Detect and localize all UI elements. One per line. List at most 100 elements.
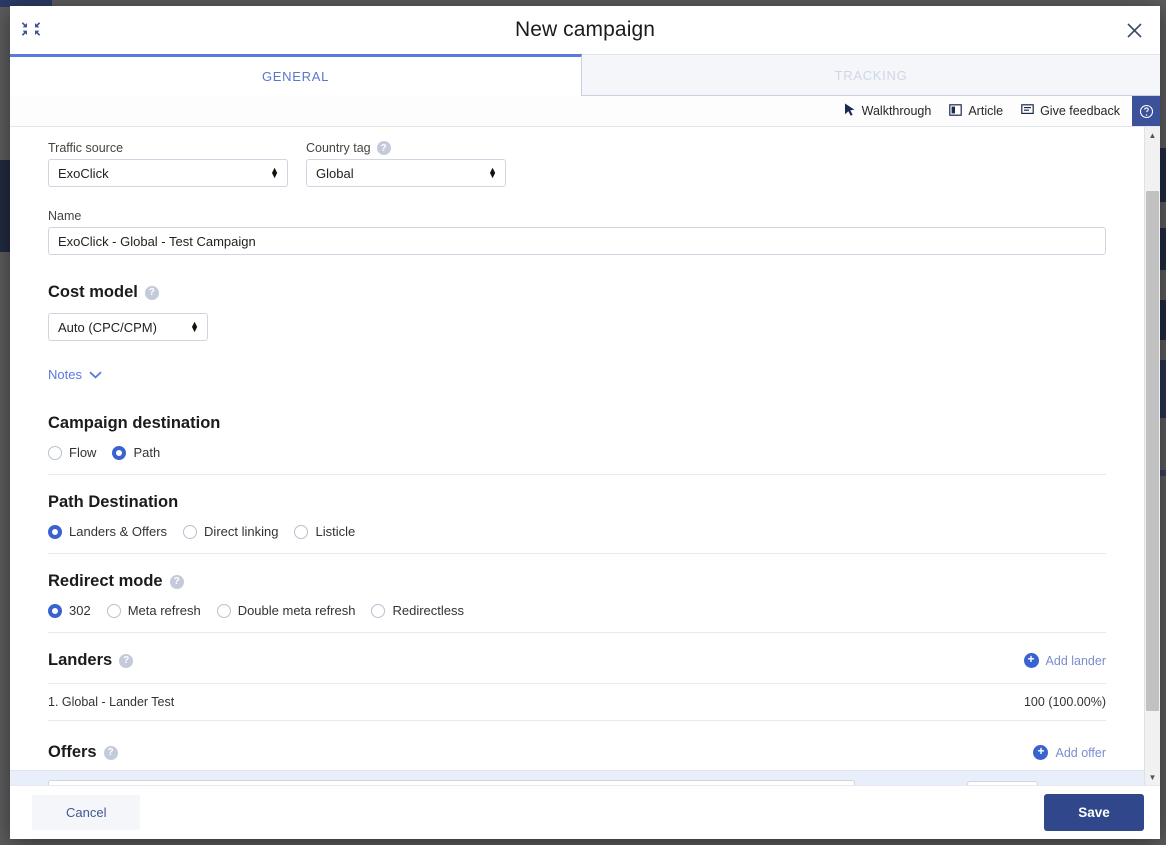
scrollbar-thumb[interactable] [1146, 191, 1159, 711]
traffic-source-select[interactable]: ExoClick ▲▼ [48, 159, 288, 187]
country-tag-value: Global [316, 166, 354, 181]
campaign-form: Traffic source ExoClick ▲▼ Country tag ? [10, 127, 1144, 785]
offers-help-icon[interactable]: ? [104, 746, 118, 760]
article-label: Article [968, 104, 1003, 118]
radio-flow-dot [48, 446, 62, 460]
name-input-value: ExoClick - Global - Test Campaign [58, 234, 256, 249]
edit-offer-icon[interactable] [865, 782, 889, 785]
helper-links: Walkthrough Article [844, 96, 1132, 126]
radio-direct-linking[interactable]: Direct linking [183, 524, 278, 539]
modal-titlebar: New campaign [10, 6, 1160, 54]
radio-flow[interactable]: Flow [48, 445, 96, 460]
radio-flow-label: Flow [69, 445, 96, 460]
offers-title: Offers ? [48, 743, 118, 762]
article-button[interactable]: Article [949, 104, 1003, 119]
notes-label: Notes [48, 367, 82, 382]
give-feedback-button[interactable]: Give feedback [1021, 104, 1120, 119]
radio-listicle-label: Listicle [315, 524, 355, 539]
add-lander-label: Add lander [1046, 654, 1106, 668]
redirect-mode-radios: 302 Meta refresh Double meta refresh Red… [48, 603, 1106, 618]
landers-header: Landers ? + Add lander [48, 651, 1106, 670]
offers-group: Offers ? + Add offer [10, 721, 1144, 762]
modal-body: Traffic source ExoClick ▲▼ Country tag ? [10, 127, 1160, 785]
new-campaign-modal: New campaign GENERAL TRACKING Walkthroug… [10, 6, 1160, 839]
radio-redirectless-label: Redirectless [392, 603, 464, 618]
country-tag-label: Country tag ? [306, 141, 506, 155]
notes-toggle[interactable]: Notes [48, 367, 102, 382]
tab-general[interactable]: GENERAL [10, 54, 582, 96]
offers-header: Offers ? + Add offer [48, 743, 1106, 762]
country-tag-group: Country tag ? Global ▲▼ [306, 141, 506, 187]
tab-tracking[interactable]: TRACKING [582, 54, 1160, 96]
cost-model-title-text: Cost model [48, 283, 138, 302]
radio-listicle-dot [294, 525, 308, 539]
redirect-mode-help-icon[interactable]: ? [170, 575, 184, 589]
radio-double-meta-refresh-dot [217, 604, 231, 618]
lander-weight: 100 (100.00%) [1024, 695, 1106, 709]
redirect-mode-group: Redirect mode ? 302 Meta refresh Double … [10, 554, 1144, 632]
campaign-destination-radios: Flow Path [48, 445, 1106, 460]
radio-path[interactable]: Path [112, 445, 160, 460]
landers-group: Landers ? + Add lander 1. Global - Lande… [10, 633, 1144, 721]
radio-meta-refresh-label: Meta refresh [128, 603, 201, 618]
helper-toolbar: Walkthrough Article [10, 96, 1160, 127]
radio-meta-refresh[interactable]: Meta refresh [107, 603, 201, 618]
scroll-down-arrow-icon[interactable]: ▼ [1145, 769, 1160, 785]
cost-model-group: Cost model ? Auto (CPC/CPM) ▲▼ Notes [10, 255, 1144, 384]
radio-landers-offers-dot [48, 525, 62, 539]
path-destination-title: Path Destination [48, 493, 1106, 512]
traffic-source-label: Traffic source [48, 141, 288, 155]
modal-tabs: GENERAL TRACKING [10, 54, 1160, 96]
landers-title: Landers ? [48, 651, 133, 670]
lander-name: 1. Global - Lander Test [48, 695, 174, 709]
plus-circle-icon: + [1033, 745, 1048, 760]
save-button[interactable]: Save [1044, 794, 1144, 831]
chevron-updown-icon: ▲▼ [190, 322, 199, 332]
form-scrollbar[interactable]: ▲ ▼ [1144, 127, 1160, 785]
name-input[interactable]: ExoClick - Global - Test Campaign [48, 227, 1106, 255]
radio-landers-offers-label: Landers & Offers [69, 524, 167, 539]
page-title: New campaign [515, 18, 655, 42]
radio-listicle[interactable]: Listicle [294, 524, 355, 539]
landers-help-icon[interactable]: ? [119, 654, 133, 668]
traffic-source-group: Traffic source ExoClick ▲▼ [48, 141, 288, 187]
campaign-destination-title: Campaign destination [48, 414, 1106, 433]
cancel-button[interactable]: Cancel [32, 795, 140, 830]
path-destination-radios: Landers & Offers Direct linking Listicle [48, 524, 1106, 539]
add-lander-button[interactable]: + Add lander [1024, 653, 1106, 668]
help-icon-button[interactable] [1132, 96, 1160, 126]
offer-weight-stepper[interactable]: 100 − + [967, 781, 1038, 785]
campaign-destination-group: Campaign destination Flow Path [10, 384, 1144, 474]
chevron-updown-icon: ▲▼ [270, 168, 279, 178]
plus-circle-icon: + [1024, 653, 1039, 668]
country-tag-help-icon[interactable]: ? [377, 141, 391, 155]
delete-offer-icon[interactable] [933, 782, 957, 785]
radio-302[interactable]: 302 [48, 603, 91, 618]
name-group: Name ExoClick - Global - Test Campaign [10, 187, 1144, 255]
country-tag-select[interactable]: Global ▲▼ [306, 159, 506, 187]
walkthrough-button[interactable]: Walkthrough [844, 103, 932, 120]
add-offer-button[interactable]: + Add offer [1033, 745, 1106, 760]
lander-row[interactable]: 1. Global - Lander Test 100 (100.00%) [48, 683, 1106, 721]
offer-select[interactable]: Offer Test - Global - Test Offer ▲▼ [48, 780, 855, 785]
name-label: Name [48, 209, 1106, 223]
chevron-down-icon [89, 367, 102, 382]
radio-landers-offers[interactable]: Landers & Offers [48, 524, 167, 539]
radio-double-meta-refresh[interactable]: Double meta refresh [217, 603, 356, 618]
offer-row: Offer Test - Global - Test Offer ▲▼ [10, 770, 1144, 785]
radio-redirectless[interactable]: Redirectless [371, 603, 464, 618]
traffic-source-value: ExoClick [58, 166, 109, 181]
scroll-up-arrow-icon[interactable]: ▲ [1145, 127, 1160, 143]
duplicate-offer-icon[interactable] [899, 782, 923, 785]
radio-double-meta-refresh-label: Double meta refresh [238, 603, 356, 618]
walkthrough-label: Walkthrough [862, 104, 932, 118]
cost-model-select[interactable]: Auto (CPC/CPM) ▲▼ [48, 313, 208, 341]
radio-meta-refresh-dot [107, 604, 121, 618]
path-destination-group: Path Destination Landers & Offers Direct… [10, 475, 1144, 553]
feedback-icon [1021, 104, 1034, 119]
close-icon[interactable] [1118, 14, 1150, 46]
radio-302-dot [48, 604, 62, 618]
collapse-arrows-icon[interactable] [16, 14, 46, 44]
cost-model-help-icon[interactable]: ? [145, 286, 159, 300]
landers-title-text: Landers [48, 651, 112, 670]
